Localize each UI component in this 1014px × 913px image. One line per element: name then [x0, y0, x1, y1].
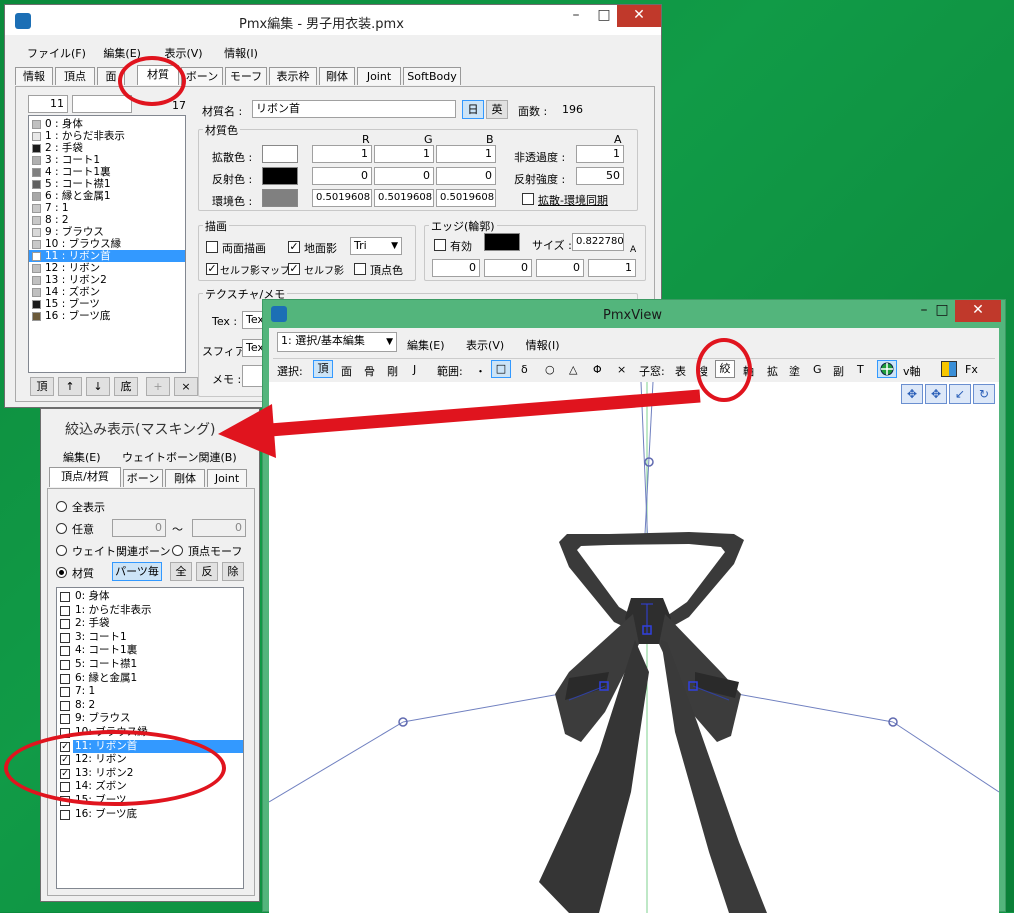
red-arrow [218, 389, 701, 458]
